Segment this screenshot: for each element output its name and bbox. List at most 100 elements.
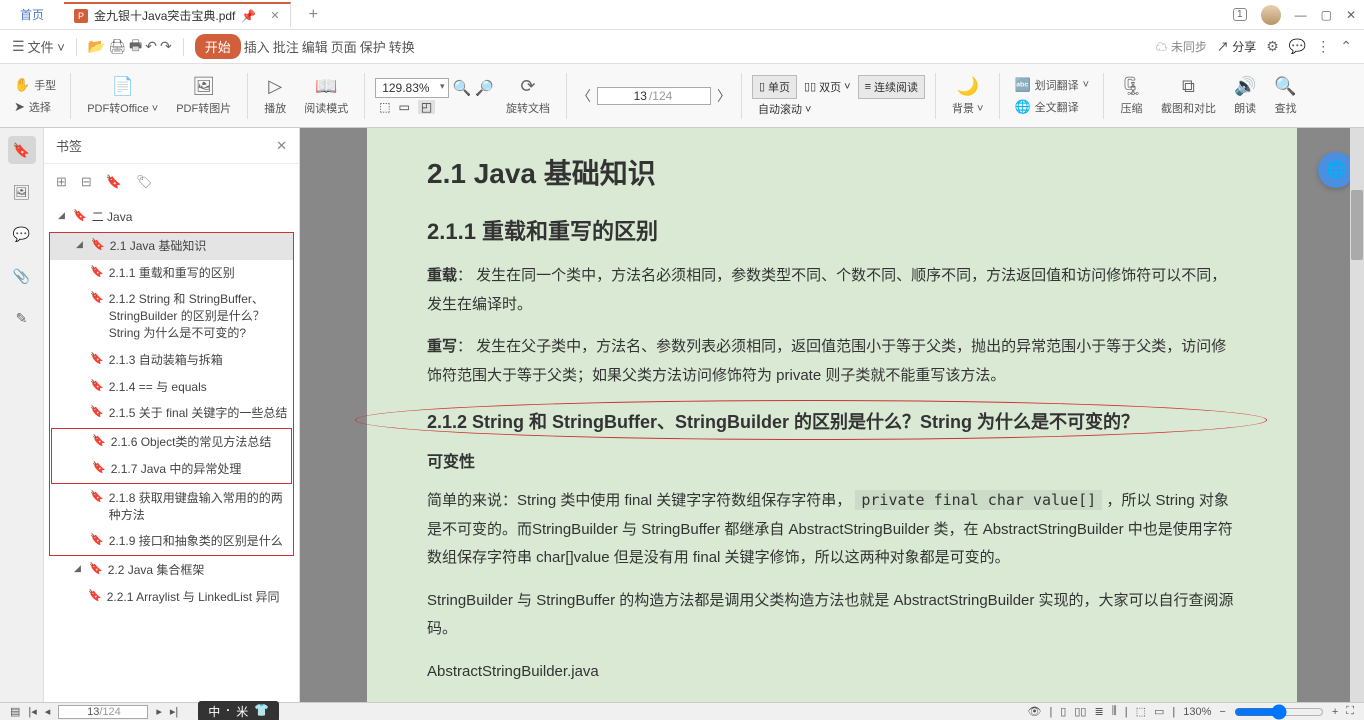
sb-page-input[interactable]: 13/124 (58, 705, 148, 719)
minimize-icon[interactable]: — (1295, 8, 1307, 22)
bm-2-1-8[interactable]: 🔖2.1.8 获取用键盘输入常用的的两种方法 (50, 485, 293, 529)
sb-double-icon[interactable]: ▯▯ (1074, 705, 1086, 718)
compare-tool[interactable]: ⧉截图和对比 (1155, 72, 1222, 120)
sb-fullscreen-icon[interactable]: ⛶ (1346, 705, 1354, 718)
background-tool[interactable]: 🌙背景 ˅ (946, 72, 989, 120)
compress-tool[interactable]: 🗜压缩 (1114, 72, 1149, 120)
sb-fitw-icon[interactable]: ▭ (1154, 705, 1164, 718)
continuous-button[interactable]: ≡ 连续阅读 (858, 75, 925, 99)
redo-icon[interactable]: ↷ (160, 38, 172, 55)
settings-icon[interactable]: ⚙ (1266, 38, 1279, 55)
menu-icon[interactable]: ☰ (12, 38, 25, 55)
pdf-to-office[interactable]: 📄PDF转Office ˅ (81, 72, 164, 120)
page-input[interactable]: 13/124 (597, 87, 711, 105)
avatar[interactable] (1261, 5, 1281, 25)
close-window-icon[interactable]: ✕ (1346, 8, 1356, 22)
menu-insert[interactable]: 插入 (244, 37, 270, 56)
bm-2-2-1[interactable]: 🔖2.2.1 Arraylist 与 LinkedList 异同 (48, 584, 295, 611)
bm-2-1-3[interactable]: 🔖2.1.3 自动装箱与拆箱 (50, 347, 293, 374)
bm-2-1-9[interactable]: 🔖2.1.9 接口和抽象类的区别是什么 (50, 528, 293, 555)
undo-icon[interactable]: ↶ (145, 38, 157, 55)
sb-zoom-slider[interactable] (1234, 704, 1324, 720)
sb-last-icon[interactable]: ▸| (170, 705, 178, 718)
bm-root[interactable]: ◢🔖二 Java (48, 204, 295, 231)
read-mode[interactable]: 📖阅读模式 (298, 72, 354, 120)
pin-icon[interactable]: 📌 (241, 9, 256, 23)
hand-tool[interactable]: ✋手型 (10, 75, 60, 95)
zoom-out-icon[interactable]: 🔍 (453, 79, 472, 97)
open-icon[interactable]: 📂 (88, 38, 105, 55)
play-button[interactable]: ▷播放 (258, 72, 292, 120)
next-page-icon[interactable]: 〉 (717, 86, 731, 106)
menu-start[interactable]: 开始 (195, 34, 241, 59)
attachments-tab-icon[interactable]: 📎 (8, 262, 36, 290)
find-tool[interactable]: 🔍查找 (1268, 72, 1302, 120)
menu-protect[interactable]: 保护 (360, 37, 386, 56)
select-tool[interactable]: ➤选择 (10, 97, 60, 117)
bm-2-1-4[interactable]: 🔖2.1.4 == 与 equals (50, 374, 293, 401)
bm-2-1-6[interactable]: 🔖2.1.6 Object类的常见方法总结 (52, 429, 291, 456)
fit-width-icon[interactable]: ⬚ (379, 100, 390, 114)
feedback-icon[interactable]: 💬 (1289, 38, 1306, 55)
translate-fab[interactable]: 🌐 (1318, 152, 1354, 188)
sb-fit-icon[interactable]: ⬚ (1136, 705, 1146, 718)
autoscroll-button[interactable]: 自动滚动 ˅ (752, 101, 925, 117)
bm-2-1-1[interactable]: 🔖2.1.1 重载和重写的区别 (50, 260, 293, 287)
sb-thumbnails-icon[interactable]: ▤ (10, 705, 20, 718)
save-icon[interactable]: 🖨 (108, 38, 126, 55)
bm-2-1-7[interactable]: 🔖2.1.7 Java 中的异常处理 (52, 456, 291, 483)
double-page-button[interactable]: ▯▯ 双页 ˅ (797, 75, 858, 99)
speak-tool[interactable]: 🔊朗读 (1228, 72, 1262, 120)
sb-cont-icon[interactable]: ≣ (1094, 705, 1103, 718)
document-viewport[interactable]: 2.1 Java 基础知识 2.1.1 重载和重写的区别 重载： 发生在同一个类… (300, 128, 1364, 702)
menu-annotate[interactable]: 批注 (273, 37, 299, 56)
sb-theme-pill[interactable]: 中·米 👕 (198, 701, 279, 720)
bm-2-1[interactable]: ◢🔖2.1 Java 基础知识 (50, 233, 293, 260)
sb-zoom-out[interactable]: − (1219, 706, 1225, 718)
expand-all-icon[interactable]: ⊞ (56, 174, 67, 190)
word-translate[interactable]: 🔤划词翻译 ˅ (1010, 75, 1093, 95)
scrollbar-track[interactable] (1350, 128, 1364, 702)
tab-document[interactable]: P 金九银十Java突击宝典.pdf 📌 ✕ (64, 2, 291, 27)
more-icon[interactable]: ⋮ (1316, 38, 1330, 55)
prev-page-icon[interactable]: 〈 (577, 86, 591, 106)
bm-2-1-2[interactable]: 🔖2.1.2 String 和 StringBuffer、StringBuild… (50, 286, 293, 346)
bookmark-outline-icon[interactable]: 🏷 (136, 174, 153, 190)
menu-page[interactable]: 页面 (331, 37, 357, 56)
rotate-tool[interactable]: ⟳旋转文档 (500, 72, 556, 120)
print-icon[interactable]: 🖶 (129, 35, 142, 59)
sync-status[interactable]: ☁ 未同步 (1156, 38, 1207, 55)
bookmarks-tab-icon[interactable]: 🔖 (8, 136, 36, 164)
sb-single-icon[interactable]: ▯ (1060, 705, 1066, 718)
menu-edit[interactable]: 编辑 (302, 37, 328, 56)
sb-cont2-icon[interactable]: ⫼ (1112, 705, 1117, 718)
file-menu[interactable]: 文件 ˅ (28, 37, 65, 56)
share-button[interactable]: ↗ 分享 (1217, 38, 1256, 55)
sb-zoom-in[interactable]: + (1332, 706, 1338, 718)
single-page-button[interactable]: ▯ 单页 (752, 75, 797, 99)
maximize-icon[interactable]: ▢ (1321, 8, 1332, 22)
menu-convert[interactable]: 转换 (389, 37, 415, 56)
fit-page-icon[interactable]: ▭ (399, 100, 410, 114)
close-panel-icon[interactable]: ✕ (276, 138, 287, 154)
zoom-combo[interactable]: 129.83% (375, 78, 448, 98)
comments-tab-icon[interactable]: 💬 (8, 220, 36, 248)
notification-badge[interactable]: 1 (1233, 8, 1247, 21)
sb-first-icon[interactable]: |◂ (28, 705, 36, 718)
full-translate[interactable]: 🌐全文翻译 (1010, 97, 1093, 117)
zoom-in-icon[interactable]: 🔎 (475, 79, 494, 97)
add-tab-button[interactable]: + (309, 6, 318, 24)
bm-2-2[interactable]: ◢🔖2.2 Java 集合框架 (48, 557, 295, 584)
bookmark-icon[interactable]: 🔖 (106, 174, 122, 190)
bm-2-1-5[interactable]: 🔖2.1.5 关于 final 关键字的一些总结 (50, 400, 293, 427)
sb-next-icon[interactable]: ▸ (156, 705, 162, 718)
collapse-all-icon[interactable]: ⊟ (81, 174, 92, 190)
close-tab-icon[interactable]: ✕ (270, 9, 279, 22)
thumbnails-tab-icon[interactable]: 🖼 (8, 178, 36, 206)
actual-size-icon[interactable]: ◰ (418, 100, 435, 114)
sb-eye-icon[interactable]: 👁 (1027, 705, 1041, 718)
tab-home[interactable]: 首页 (0, 0, 64, 29)
pdf-to-image[interactable]: 🖼PDF转图片 (170, 72, 237, 120)
sb-prev-icon[interactable]: ◂ (45, 705, 51, 718)
signature-tab-icon[interactable]: ✎ (8, 304, 36, 332)
